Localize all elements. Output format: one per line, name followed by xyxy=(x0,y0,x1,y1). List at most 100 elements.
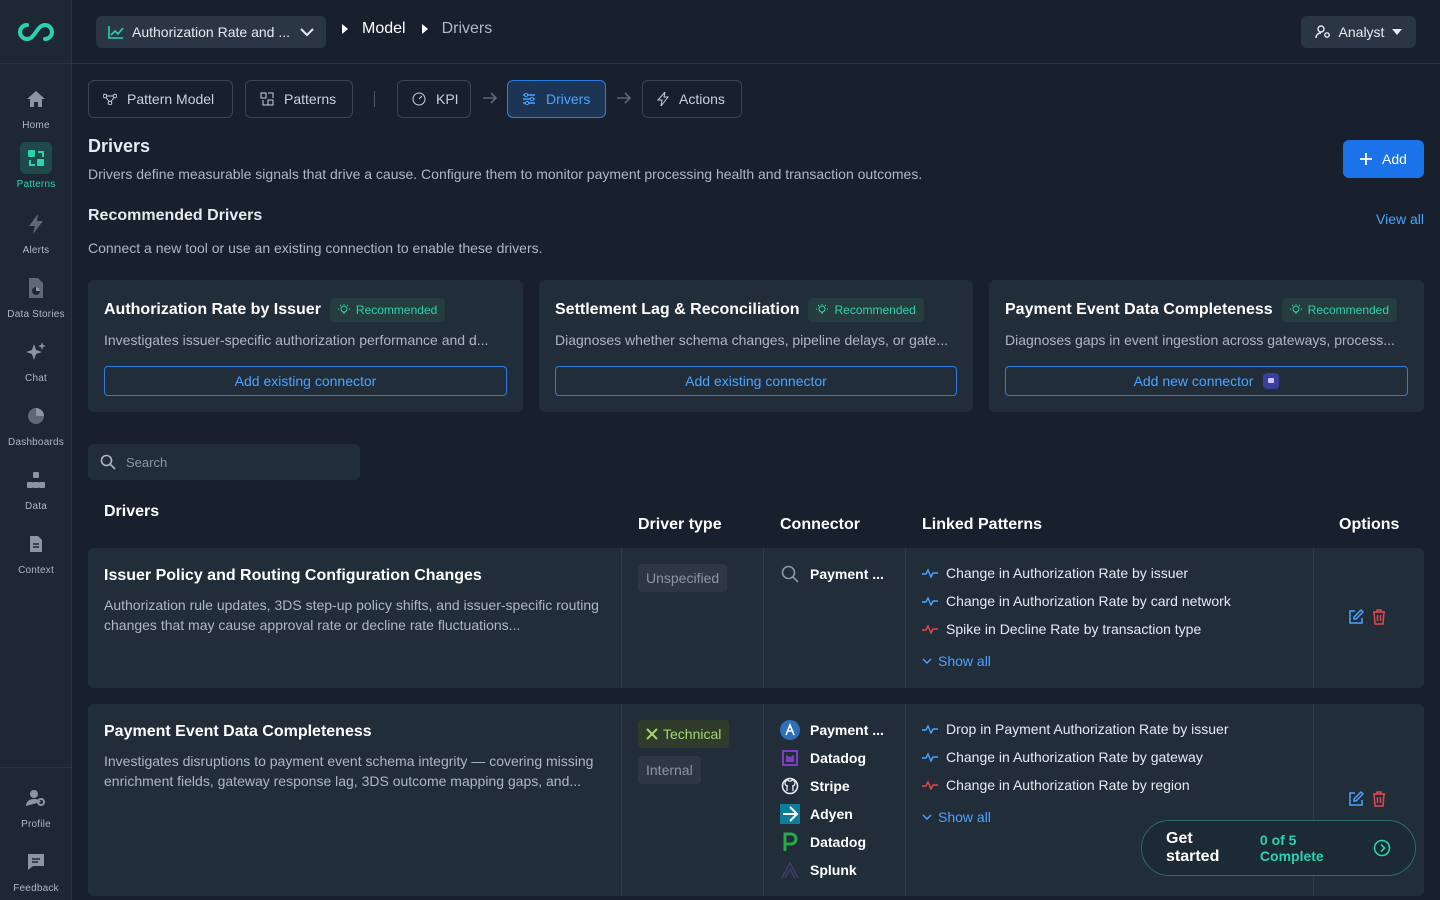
sidebar-item-context[interactable]: Context xyxy=(0,528,72,576)
show-all-link[interactable]: Show all xyxy=(922,809,991,825)
patterns-icon xyxy=(20,142,52,174)
sidebar-item-chat[interactable]: Chat xyxy=(0,336,72,384)
driver-name[interactable]: Issuer Policy and Routing Configuration … xyxy=(104,567,482,585)
driver-type-cell: Unspecified xyxy=(621,548,763,688)
linked-pattern[interactable]: Change in Authorization Rate by region xyxy=(922,777,1190,793)
breadcrumb-model[interactable]: Model xyxy=(362,20,406,38)
arrow-right-icon xyxy=(616,91,632,105)
chat-bubble-icon xyxy=(20,846,52,878)
gauge-icon xyxy=(412,92,426,106)
recommended-title: Recommended Drivers xyxy=(88,207,263,224)
tools-icon xyxy=(646,728,658,740)
linked-pattern[interactable]: Spike in Decline Rate by transaction typ… xyxy=(922,621,1201,637)
role-label: Analyst xyxy=(1338,24,1385,40)
tab-drivers[interactable]: Drivers xyxy=(507,80,606,118)
sidebar-item-data-stories[interactable]: Data Stories xyxy=(0,272,72,320)
edit-icon[interactable] xyxy=(1348,791,1364,807)
type-badge: Unspecified xyxy=(638,564,728,592)
sidebar-item-data[interactable]: Data xyxy=(0,464,72,512)
sidebar-item-label: Patterns xyxy=(16,179,56,190)
button-label: Add new connector xyxy=(1133,373,1254,389)
line-chart-icon xyxy=(108,25,124,39)
recommended-card: Payment Event Data Completeness Recommen… xyxy=(989,280,1424,412)
page-description: Drivers define measurable signals that d… xyxy=(88,166,923,182)
card-title: Payment Event Data Completeness xyxy=(1005,301,1273,318)
breadcrumb: Model Drivers xyxy=(342,20,492,38)
linked-pattern[interactable]: Change in Authorization Rate by issuer xyxy=(922,565,1188,581)
sidebar-item-label: Dashboards xyxy=(8,437,64,448)
add-new-connector-button[interactable]: Add new connector xyxy=(1005,366,1408,396)
card-description: Diagnoses gaps in event ingestion across… xyxy=(1005,332,1395,348)
connector-item: Datadog xyxy=(780,832,890,852)
get-started-widget[interactable]: Get started 0 of 5 Complete xyxy=(1141,820,1416,876)
driver-name[interactable]: Payment Event Data Completeness xyxy=(104,723,372,741)
edit-icon[interactable] xyxy=(1348,609,1364,625)
search-input[interactable]: Search xyxy=(88,444,360,480)
connector-item: Splunk xyxy=(780,860,890,880)
pulse-icon xyxy=(922,596,938,606)
search-icon xyxy=(780,564,800,584)
tab-kpi[interactable]: KPI xyxy=(397,80,471,118)
tab-actions[interactable]: Actions xyxy=(642,80,742,118)
user-gear-icon xyxy=(1314,25,1331,39)
sidebar-item-label: Feedback xyxy=(13,883,59,894)
linked-pattern[interactable]: Drop in Payment Authorization Rate by is… xyxy=(922,721,1228,737)
pulse-icon xyxy=(922,568,938,578)
add-existing-connector-button[interactable]: Add existing connector xyxy=(104,366,507,396)
lightbulb-icon xyxy=(1289,304,1302,316)
sidebar-item-feedback[interactable]: Feedback xyxy=(0,846,72,894)
document-icon xyxy=(20,528,52,560)
sidebar-bottom: Profile Feedback xyxy=(0,767,72,900)
arrow-right-icon xyxy=(482,91,498,105)
sidebar-item-label: Alerts xyxy=(22,245,50,256)
connector-cell: Payment ... xyxy=(763,548,905,688)
view-all-link[interactable]: View all xyxy=(1376,211,1424,227)
tab-patterns[interactable]: Patterns xyxy=(245,80,353,118)
datadog-logo-icon xyxy=(780,832,800,852)
pie-chart-icon xyxy=(20,400,52,432)
recommended-subtitle: Connect a new tool or use an existing co… xyxy=(88,240,543,256)
type-badge: Internal xyxy=(638,756,701,784)
recommended-card: Settlement Lag & Reconciliation Recommen… xyxy=(539,280,973,412)
app-logo[interactable] xyxy=(0,0,71,64)
driver-description: Authorization rule updates, 3DS step-up … xyxy=(104,597,599,633)
breadcrumb-drivers: Drivers xyxy=(441,20,493,37)
driver-type-cell: Technical Internal xyxy=(621,704,763,896)
home-icon xyxy=(20,83,52,115)
page-title: Drivers xyxy=(88,136,151,156)
add-driver-button[interactable]: Add xyxy=(1343,140,1424,178)
add-existing-connector-button[interactable]: Add existing connector xyxy=(555,366,957,396)
sidebar-item-dashboards[interactable]: Dashboards xyxy=(0,400,72,448)
linked-pattern[interactable]: Change in Authorization Rate by gateway xyxy=(922,749,1203,765)
role-selector[interactable]: Analyst xyxy=(1301,16,1416,48)
tab-pattern-model[interactable]: Pattern Model xyxy=(88,80,233,118)
show-all-link[interactable]: Show all xyxy=(922,653,991,669)
linked-pattern[interactable]: Change in Authorization Rate by card net… xyxy=(922,593,1231,609)
search-placeholder: Search xyxy=(126,454,168,470)
plus-icon xyxy=(1360,153,1373,165)
sidebar-item-alerts[interactable]: Alerts xyxy=(0,208,72,256)
recommended-badge: Recommended xyxy=(1281,298,1398,322)
card-description: Diagnoses whether schema changes, pipeli… xyxy=(555,332,949,348)
sidebar-item-patterns[interactable]: Patterns xyxy=(0,142,72,190)
sidebar-item-label: Profile xyxy=(21,819,51,830)
arrow-circle-icon xyxy=(1373,839,1391,857)
sidebar-item-profile[interactable]: Profile xyxy=(0,782,72,830)
column-header-options: Options xyxy=(1339,516,1400,533)
column-header-driver-type[interactable]: Driver type xyxy=(638,516,722,534)
kpi-selector-label: Authorization Rate and ... xyxy=(132,24,290,40)
tab-label: KPI xyxy=(436,91,459,107)
caret-right-icon xyxy=(342,24,348,34)
sidebar-item-home[interactable]: Home xyxy=(0,83,72,131)
caret-right-icon xyxy=(421,24,428,34)
datadog-logo-icon xyxy=(780,748,800,768)
document-chart-icon xyxy=(20,272,52,304)
delete-icon[interactable] xyxy=(1372,791,1386,807)
table-row[interactable]: Issuer Policy and Routing Configuration … xyxy=(88,548,1424,688)
column-header-drivers: Drivers xyxy=(104,503,160,520)
delete-icon[interactable] xyxy=(1372,609,1386,625)
column-header-connector[interactable]: Connector xyxy=(780,516,860,534)
column-header-linked-patterns[interactable]: Linked Patterns xyxy=(922,516,1042,534)
kpi-selector[interactable]: Authorization Rate and ... xyxy=(96,16,326,48)
sparkle-icon xyxy=(20,336,52,368)
